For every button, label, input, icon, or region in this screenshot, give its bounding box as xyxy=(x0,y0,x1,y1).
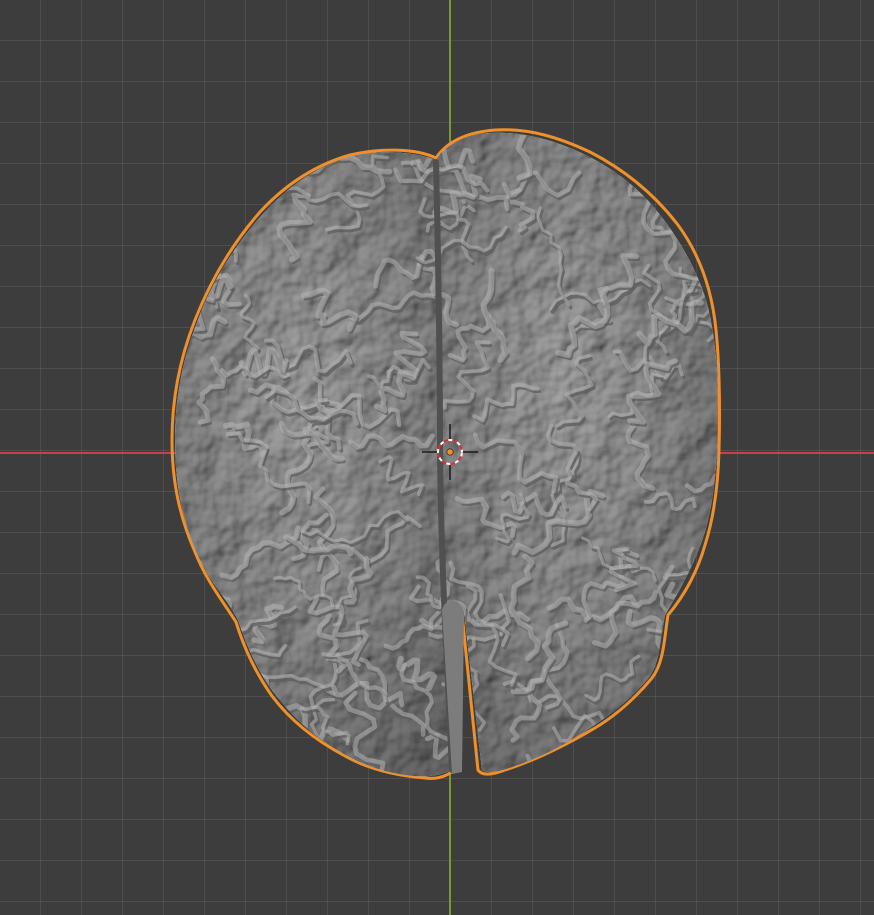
sulcus-shadow xyxy=(267,740,310,777)
gyrus-ridge xyxy=(655,685,685,731)
sulcus-shadow xyxy=(209,672,254,756)
sulcus-shadow xyxy=(232,148,306,171)
sulcus-shadow xyxy=(528,757,627,777)
gyrus-ridge xyxy=(315,749,346,777)
gyrus-ridge xyxy=(249,711,299,753)
gyrus-ridge xyxy=(604,735,663,777)
gyrus-ridge xyxy=(525,753,626,777)
sulcus-shadow xyxy=(605,737,665,777)
gyrus-ridge xyxy=(681,638,718,718)
sulcus-shadow xyxy=(700,584,718,695)
gyrus-ridge xyxy=(206,668,252,754)
sulcus-shadow xyxy=(658,689,686,733)
gyrus-ridge xyxy=(230,144,305,168)
sulcus-shadow xyxy=(666,585,718,639)
brain-mesh-icon[interactable] xyxy=(104,79,770,836)
sulcus-shadow xyxy=(251,714,301,756)
gyrus-ridge xyxy=(175,231,211,259)
sulcus-shadow xyxy=(684,643,718,720)
gyrus-ridge xyxy=(696,580,718,693)
gyrus-ridge xyxy=(694,680,718,726)
sulcus-shadow xyxy=(175,622,240,699)
gyrus-ridge xyxy=(175,619,238,696)
gyrus-ridge xyxy=(193,605,231,672)
sulcus-shadow xyxy=(195,608,232,674)
sulcus-shadow xyxy=(175,234,213,262)
object-origin-icon xyxy=(446,448,454,456)
gyrus-ridge xyxy=(570,767,614,777)
sulcus-shadow xyxy=(573,770,616,777)
scene-canvas xyxy=(104,79,770,836)
sulcus-shadow xyxy=(621,699,672,771)
gyrus-ridge xyxy=(264,736,308,777)
gyrus-ridge xyxy=(199,221,238,263)
sulcus-shadow xyxy=(318,753,347,777)
sulcus-shadow xyxy=(597,743,698,777)
gyrus-ridge xyxy=(619,696,670,768)
gyrus-ridge xyxy=(277,741,321,777)
sulcus-shadow xyxy=(279,744,323,777)
gyrus-ridge xyxy=(594,738,697,777)
sulcus-shadow xyxy=(696,683,718,729)
3d-viewport[interactable] xyxy=(0,0,874,915)
